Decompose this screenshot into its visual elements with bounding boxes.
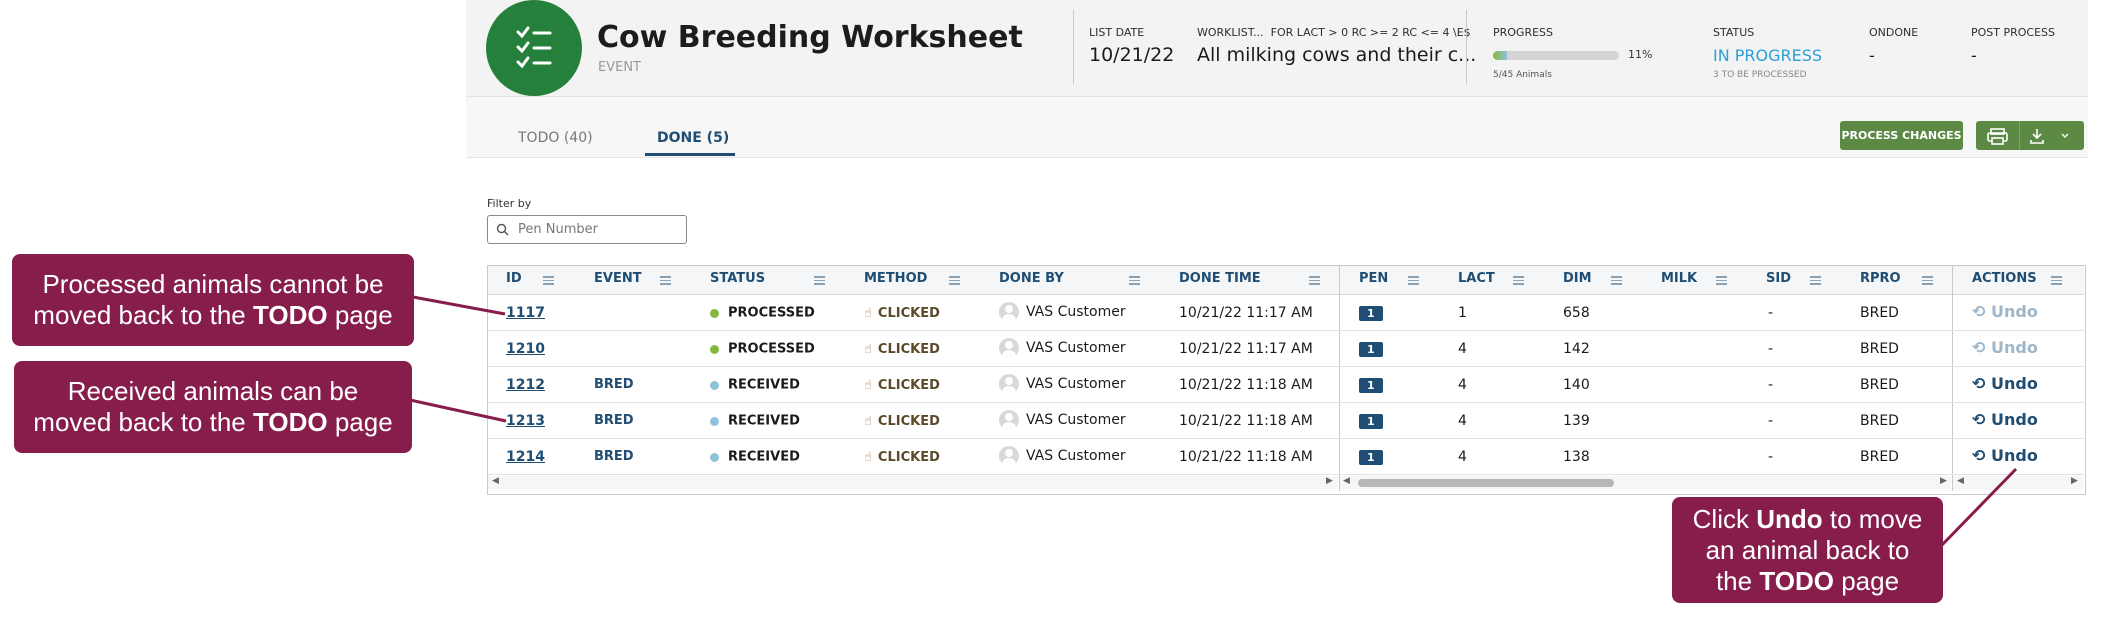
callout-received: Received animals can be moved back to th… xyxy=(14,361,412,453)
callout-processed: Processed animals cannot be moved back t… xyxy=(12,254,414,346)
callout-connector xyxy=(409,398,507,423)
callout-connector xyxy=(412,295,506,316)
callout-undo: Click Undo to move an animal back to the… xyxy=(1672,497,1943,603)
callout-connector xyxy=(1940,467,2018,547)
